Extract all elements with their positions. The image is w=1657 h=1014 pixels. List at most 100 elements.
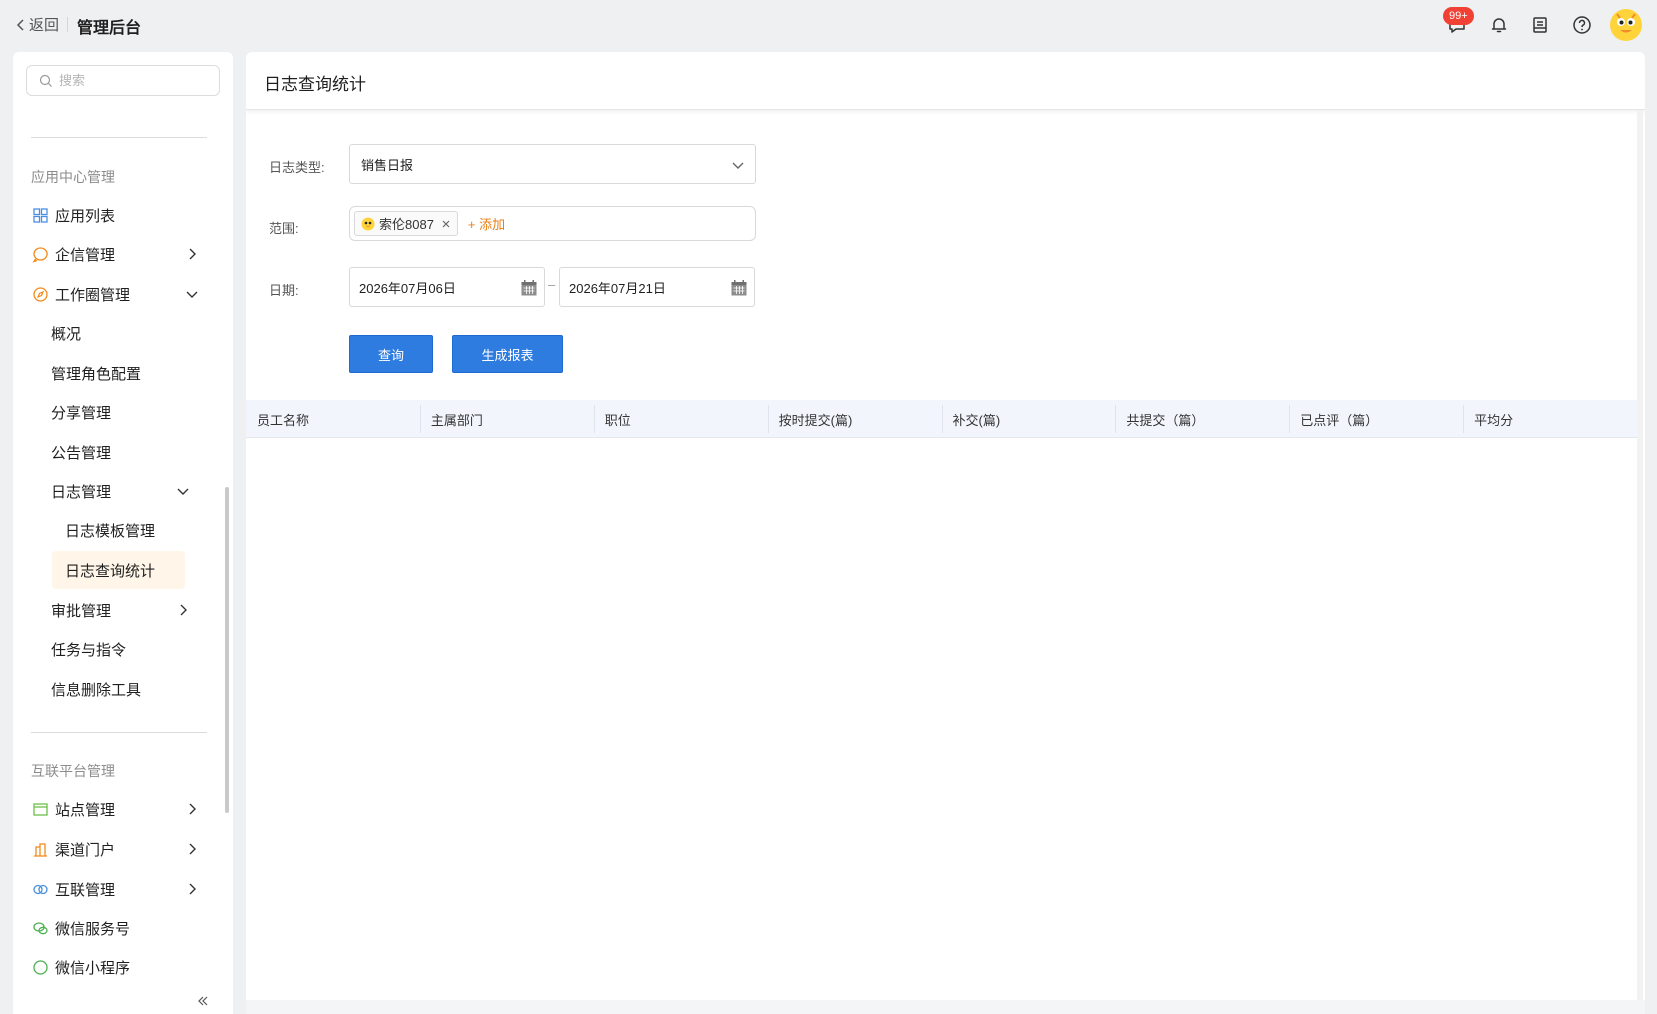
- help-icon[interactable]: [1570, 13, 1594, 37]
- sidebar-item-label: 概况: [51, 325, 82, 343]
- query-button[interactable]: 查询: [349, 335, 433, 373]
- chevron-right-icon: [189, 883, 196, 895]
- sidebar-item-wechat-service[interactable]: 微信服务号: [31, 913, 207, 943]
- sidebar-item-label: 公告管理: [51, 444, 112, 462]
- column-header: 员工名称: [257, 412, 310, 428]
- add-range-link[interactable]: + 添加: [468, 214, 505, 233]
- back-button[interactable]: 返回: [15, 14, 59, 35]
- search-icon: [39, 74, 52, 87]
- log-type-select[interactable]: 销售日报: [349, 144, 756, 184]
- sidebar-scrollbar[interactable]: [225, 487, 229, 813]
- window-icon: [31, 800, 49, 818]
- table-header: 员工名称 主属部门 职位 按时提交(篇) 补交(篇) 共提交（篇） 已点评（篇）…: [246, 400, 1637, 438]
- sidebar-item-share[interactable]: 分享管理: [51, 397, 207, 427]
- column-header: 共提交（篇）: [1115, 400, 1289, 438]
- chevron-down-icon: [177, 488, 189, 495]
- group-title-app-center: 应用中心管理: [31, 169, 115, 185]
- search-box[interactable]: [26, 65, 220, 96]
- message-icon: [31, 245, 49, 263]
- sidebar-item-label: 企信管理: [55, 246, 116, 264]
- generate-report-button[interactable]: 生成报表: [452, 335, 563, 373]
- range-label: 范围:: [269, 221, 299, 236]
- back-label: 返回: [29, 17, 60, 34]
- chevron-down-icon: [186, 291, 198, 298]
- wechat-icon: [31, 919, 49, 937]
- sidebar-item-log-template[interactable]: 日志模板管理: [52, 511, 185, 549]
- sidebar: 应用中心管理 应用列表 企信管理 工作圈管理 概况 管理角色配置 分享管理 公告…: [13, 52, 233, 1014]
- sidebar-item-tasks[interactable]: 任务与指令: [51, 634, 207, 664]
- main-scrollbar[interactable]: [1637, 110, 1643, 1000]
- column-header: 补交(篇): [941, 400, 1116, 438]
- end-date-picker[interactable]: 2026年07月21日: [559, 267, 755, 307]
- calendar-icon: [521, 280, 537, 296]
- end-date-value: 2026年07月21日: [569, 280, 666, 296]
- range-field[interactable]: 索伦8087 + 添加: [349, 206, 756, 241]
- sidebar-item-overview[interactable]: 概况: [51, 318, 207, 348]
- sidebar-item-log-management[interactable]: 日志管理: [51, 476, 207, 506]
- column-header: 已点评（篇）: [1289, 400, 1463, 438]
- divider: [67, 17, 68, 32]
- sidebar-item-sites[interactable]: 站点管理: [31, 794, 207, 824]
- chevron-right-icon: [189, 843, 196, 855]
- bell-icon[interactable]: [1487, 13, 1511, 37]
- page-title: 日志查询统计: [264, 75, 366, 94]
- sidebar-item-label: 互联管理: [55, 881, 116, 899]
- sidebar-item-log-statistics[interactable]: 日志查询统计: [52, 551, 185, 589]
- app-title: 管理后台: [77, 20, 142, 37]
- sidebar-item-label: 审批管理: [51, 602, 112, 620]
- grid-icon: [31, 206, 49, 224]
- sidebar-item-label: 微信服务号: [55, 920, 131, 938]
- main-panel: 日志查询统计 日志类型: 销售日报 范围: 索伦8087 + 添加 日期: 20…: [246, 52, 1645, 1014]
- column-header: 平均分: [1463, 400, 1637, 438]
- sidebar-item-workcircle[interactable]: 工作圈管理: [31, 279, 207, 309]
- column-header: 主属部门: [419, 400, 594, 438]
- sidebar-item-miniprogram[interactable]: 微信小程序: [31, 952, 207, 982]
- sidebar-item-label: 日志模板管理: [65, 522, 156, 540]
- column-header: 职位: [593, 400, 768, 438]
- sidebar-item-label: 分享管理: [51, 404, 112, 422]
- sidebar-item-label: 任务与指令: [51, 641, 127, 659]
- sidebar-item-role-config[interactable]: 管理角色配置: [51, 358, 207, 388]
- sidebar-item-channel-portal[interactable]: 渠道门户: [31, 834, 207, 864]
- sidebar-item-interconnect[interactable]: 互联管理: [31, 874, 207, 904]
- link-rings-icon: [31, 880, 49, 898]
- sidebar-item-label: 站点管理: [55, 801, 116, 819]
- sidebar-item-label: 工作圈管理: [55, 286, 131, 304]
- chevron-down-icon: [732, 162, 744, 169]
- close-icon[interactable]: [441, 219, 451, 229]
- chevron-left-icon: [16, 18, 24, 31]
- compass-icon: [31, 285, 49, 303]
- miniprogram-icon: [31, 958, 49, 976]
- search-input[interactable]: [59, 73, 209, 88]
- log-type-label: 日志类型:: [269, 160, 325, 175]
- chevron-right-icon: [189, 248, 196, 260]
- sidebar-item-label: 日志查询统计: [65, 562, 156, 580]
- user-avatar-icon: [361, 217, 375, 230]
- sidebar-item-app-list[interactable]: 应用列表: [31, 200, 207, 230]
- message-badge: 99+: [1443, 7, 1474, 25]
- divider: [31, 732, 207, 733]
- sidebar-item-label: 信息删除工具: [51, 681, 142, 699]
- chevron-right-icon: [180, 604, 187, 616]
- avatar[interactable]: [1609, 8, 1643, 42]
- start-date-picker[interactable]: 2026年07月06日: [349, 267, 545, 307]
- notebook-icon[interactable]: [1528, 13, 1552, 37]
- chevron-right-icon: [189, 803, 196, 815]
- sidebar-item-enterprise-messaging[interactable]: 企信管理: [31, 239, 207, 269]
- sidebar-item-label: 日志管理: [51, 483, 112, 501]
- divider: [31, 137, 207, 138]
- sidebar-item-delete-tool[interactable]: 信息删除工具: [51, 674, 207, 704]
- sidebar-item-label: 管理角色配置: [51, 365, 142, 383]
- building-icon: [31, 840, 49, 858]
- sidebar-item-approval[interactable]: 审批管理: [51, 595, 207, 625]
- group-title-interconnect: 互联平台管理: [31, 763, 115, 779]
- start-date-value: 2026年07月06日: [359, 280, 456, 296]
- top-bar: 返回 管理后台 99+: [0, 0, 1657, 50]
- calendar-icon: [731, 280, 747, 296]
- sidebar-item-label: 微信小程序: [55, 959, 131, 977]
- sidebar-item-announcement[interactable]: 公告管理: [51, 437, 207, 467]
- horizontal-scrollbar-track[interactable]: [246, 1000, 1645, 1014]
- page-header: 日志查询统计: [246, 52, 1645, 110]
- range-tag-label: 索伦8087: [379, 217, 434, 232]
- collapse-sidebar-icon[interactable]: [196, 994, 210, 1008]
